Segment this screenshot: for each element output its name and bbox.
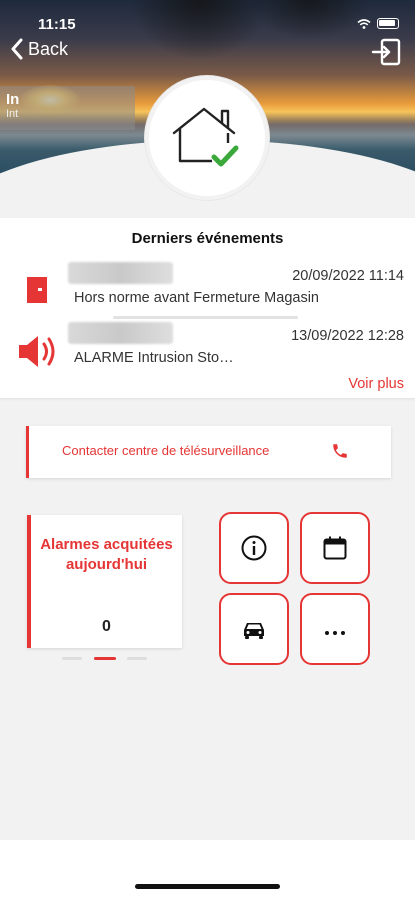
calendar-button[interactable] (300, 512, 370, 584)
wifi-icon (357, 18, 371, 29)
event-description: Hors norme avant Fermeture Magasin (74, 290, 319, 306)
bottom-area (0, 840, 415, 900)
back-label: Back (28, 38, 69, 59)
contact-monitoring-center-button[interactable]: Contacter centre de télésurveillance (26, 426, 391, 478)
status-time: 11:15 (38, 16, 76, 33)
page-dot-active (94, 657, 116, 660)
event-description: ALARME Intrusion Sto… (74, 350, 234, 366)
see-more-link[interactable]: Voir plus (348, 376, 404, 392)
site-status-badge (145, 76, 269, 200)
latest-events-card: Derniers événements 20/09/2022 11:14 Hor… (0, 218, 415, 398)
page-dot (127, 657, 147, 660)
divider (113, 316, 298, 319)
info-icon (241, 535, 267, 561)
house-check-icon (172, 107, 239, 167)
event-date: 20/09/2022 11:14 (292, 268, 404, 284)
info-button[interactable] (219, 512, 289, 584)
calendar-icon (323, 536, 347, 560)
page-dot (62, 657, 82, 660)
home-indicator[interactable] (135, 884, 280, 889)
alarm-card-count: 0 (102, 618, 111, 635)
page-indicator (62, 657, 147, 660)
event-date: 13/09/2022 12:28 (291, 328, 404, 344)
car-icon (244, 623, 264, 639)
contact-label: Contacter centre de télésurveillance (62, 443, 270, 458)
more-icon (325, 631, 345, 635)
redacted-text (68, 322, 173, 344)
vehicle-button[interactable] (219, 593, 289, 665)
acknowledged-alarms-card[interactable]: Alarmes acquitées aujourd'hui 0 (27, 515, 182, 648)
chevron-left-icon (11, 38, 23, 60)
site-name: In (6, 91, 20, 108)
palm-shadow (250, 0, 370, 40)
site-subtitle: Int (6, 108, 19, 120)
battery-icon (377, 18, 399, 29)
event-row[interactable]: 20/09/2022 11:14 Hors norme avant Fermet… (0, 262, 415, 318)
logout-icon[interactable] (371, 38, 401, 66)
redacted-text (68, 262, 173, 284)
palm-shadow (130, 0, 270, 60)
back-button[interactable]: Back (10, 38, 68, 60)
door-icon (27, 277, 47, 303)
alarm-card-title: Alarmes acquitées aujourd'hui (40, 536, 173, 573)
more-button[interactable] (300, 593, 370, 665)
site-info: In Int (0, 86, 135, 130)
siren-speaker-icon (19, 336, 55, 367)
status-icons (357, 18, 399, 29)
event-row[interactable]: 13/09/2022 12:28 ALARME Intrusion Sto… (0, 322, 415, 378)
events-title: Derniers événements (131, 230, 284, 247)
phone-icon (333, 444, 347, 458)
